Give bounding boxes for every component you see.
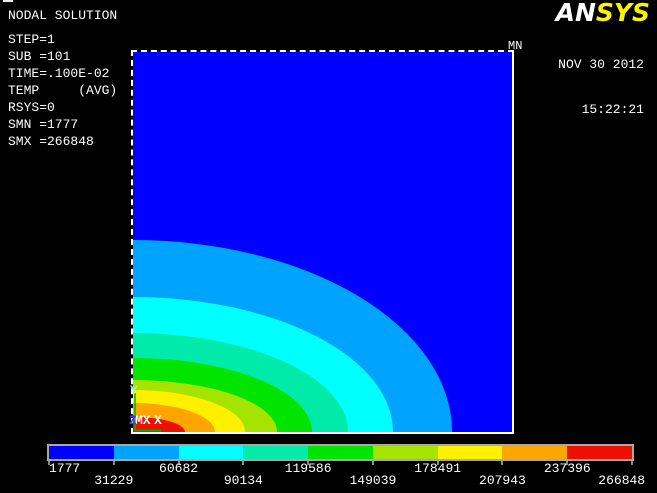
info-smn: SMN =1777 xyxy=(8,117,79,132)
legend-color-segment xyxy=(178,446,244,459)
triad-z-label: Z xyxy=(129,413,137,428)
time-label: 15:22:21 xyxy=(581,102,644,117)
ansys-logo: ANSYS xyxy=(556,0,650,27)
legend-color-segment xyxy=(308,446,373,459)
legend-color-segment xyxy=(113,446,179,459)
info-smx: SMX =266848 xyxy=(8,134,94,149)
legend-color-segment xyxy=(567,446,633,459)
ansys-logo-an: AN xyxy=(555,0,596,27)
triad-x-label: X xyxy=(154,413,162,428)
window-corner-mark xyxy=(3,0,13,2)
info-sub: SUB =101 xyxy=(8,49,71,64)
legend-label: 90134 xyxy=(223,473,263,488)
legend-label: 31229 xyxy=(94,473,134,488)
legend-label: 149039 xyxy=(349,473,397,488)
contour-svg xyxy=(133,52,512,432)
ansys-graphics-window: NODAL SOLUTION STEP=1 SUB =101 TIME=.100… xyxy=(0,0,657,493)
legend-color-segment xyxy=(502,446,568,459)
date-label: NOV 30 2012 xyxy=(558,57,644,72)
solution-info-block: STEP=1 SUB =101 TIME=.100E-02 TEMP (AVG)… xyxy=(8,31,117,150)
legend-label: 207943 xyxy=(479,473,526,488)
info-rsys: RSYS=0 xyxy=(8,100,55,115)
solution-title: NODAL SOLUTION xyxy=(8,8,118,23)
legend-label: 266848 xyxy=(598,473,646,488)
ansys-logo-sys: SYS xyxy=(595,0,650,27)
legend-color-segment xyxy=(437,446,503,459)
triad-y-label: Y xyxy=(130,383,138,398)
info-step: STEP=1 xyxy=(8,32,55,47)
legend-color-segment xyxy=(243,446,309,459)
info-time: TIME=.100E-02 xyxy=(8,66,110,81)
max-value-marker: MX xyxy=(135,413,151,428)
legend-labels-bottom-row: 31229 90134 149039 207943 266848 xyxy=(49,473,645,488)
legend-color-segment xyxy=(49,446,114,459)
contour-legend: 1777 60682 119586 178491 237396 31229 90… xyxy=(47,444,645,490)
legend-color-bar xyxy=(47,444,634,461)
info-temp: TEMP (AVG) xyxy=(8,83,118,98)
date-time-stamp: NOV 30 2012 15:22:21 xyxy=(558,27,644,147)
legend-color-segment xyxy=(372,446,438,459)
contour-plot-viewport[interactable] xyxy=(131,50,514,434)
